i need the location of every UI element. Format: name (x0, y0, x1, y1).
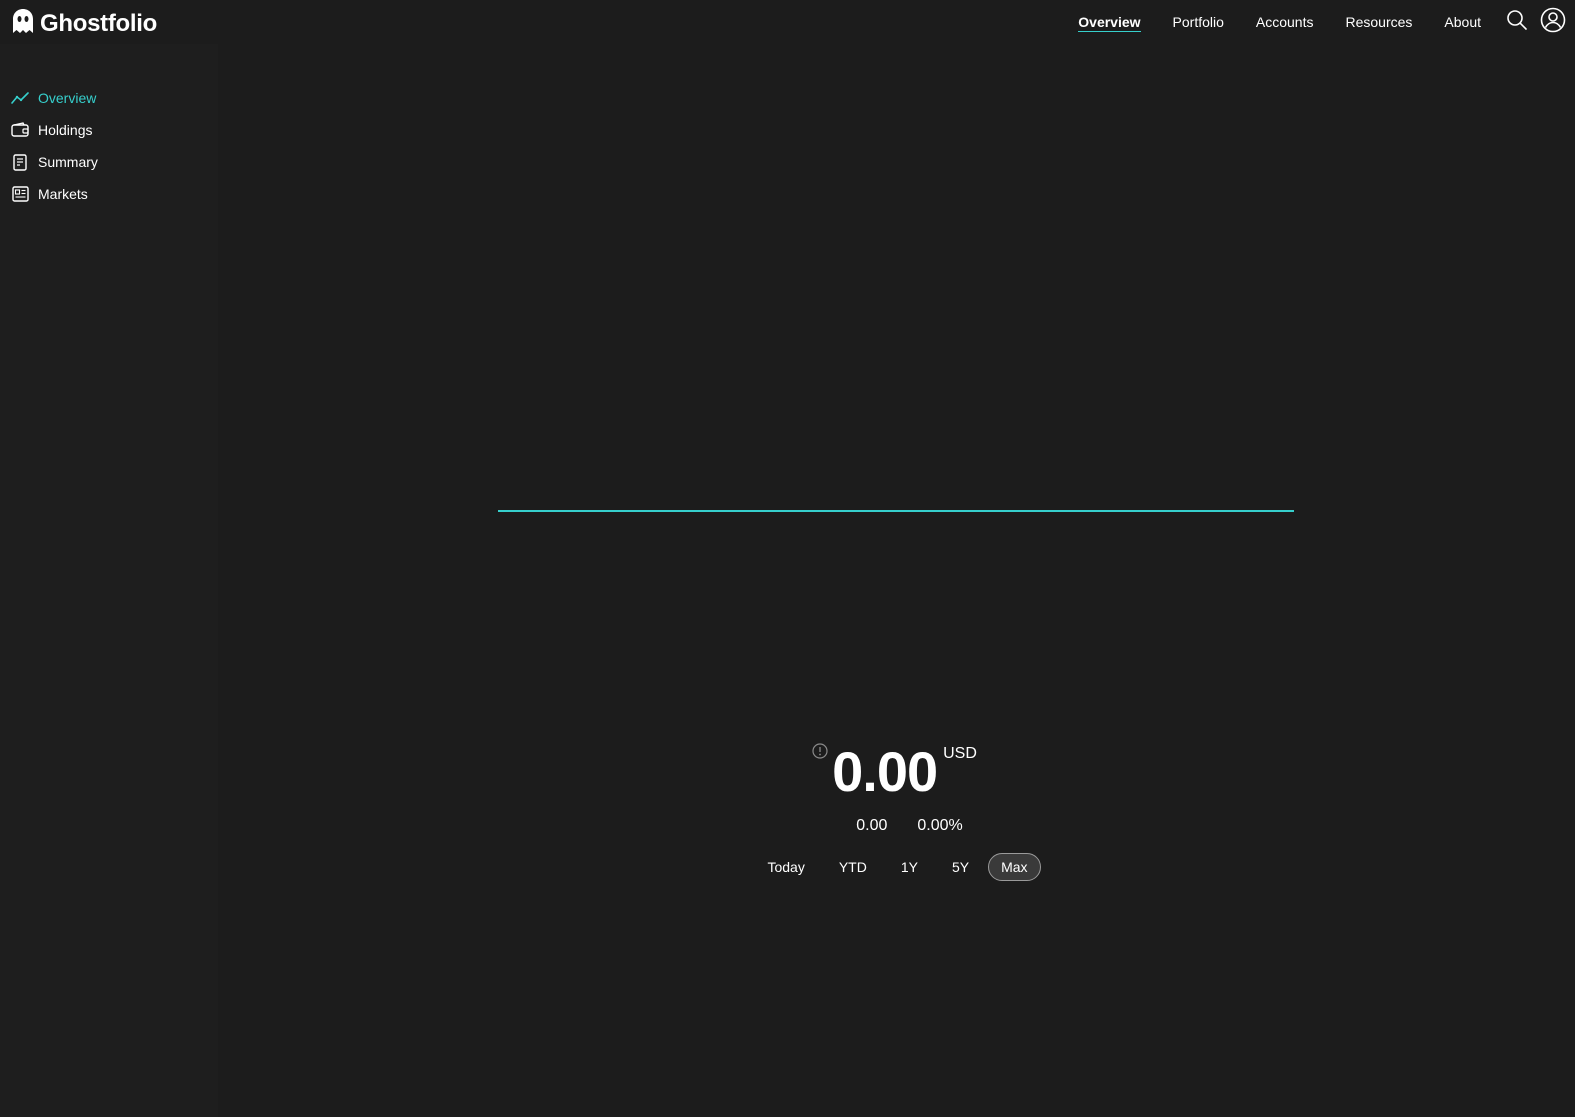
app-logo[interactable]: Ghostfolio (12, 8, 157, 39)
total-value-row: 0.00 USD (812, 739, 977, 805)
main-nav: Overview Portfolio Accounts Resources Ab… (1062, 0, 1575, 44)
relative-change: 0.00% (917, 817, 963, 834)
sidebar-item-overview[interactable]: Overview (0, 82, 218, 114)
sidebar-item-label: Holdings (38, 122, 93, 138)
performance-summary: 0.00 USD 0.00 0.00% (218, 739, 1575, 835)
absolute-change: 0.00 (856, 817, 888, 834)
sidebar-item-holdings[interactable]: Holdings (0, 114, 218, 146)
range-5y-button[interactable]: 5Y (937, 853, 984, 881)
range-max-button[interactable]: Max (988, 853, 1041, 881)
nav-item-portfolio[interactable]: Portfolio (1157, 0, 1240, 44)
main-content: 0.00 USD 0.00 0.00% Today YTD 1Y 5Y Max (218, 44, 1575, 1117)
range-1y-button[interactable]: 1Y (886, 853, 933, 881)
nav-item-accounts[interactable]: Accounts (1240, 0, 1330, 44)
user-circle-icon (1540, 7, 1566, 38)
currency-label: USD (943, 745, 977, 762)
date-range-selector: Today YTD 1Y 5Y Max (218, 853, 1575, 881)
search-icon (1506, 9, 1528, 36)
performance-chart (498, 510, 1294, 512)
search-button[interactable] (1499, 0, 1535, 44)
info-icon[interactable] (812, 743, 828, 759)
sidebar-item-label: Markets (38, 186, 88, 202)
document-icon (11, 153, 29, 171)
sidebar-item-markets[interactable]: Markets (0, 178, 218, 210)
user-menu-button[interactable] (1535, 0, 1571, 44)
total-value: 0.00 (832, 740, 938, 803)
top-bar: Ghostfolio Overview Portfolio Accounts R… (0, 0, 1575, 44)
nav-item-overview[interactable]: Overview (1062, 0, 1156, 44)
sidebar-item-summary[interactable]: Summary (0, 146, 218, 178)
sidebar-menu: Overview Holdings Summary Markets (0, 44, 218, 210)
nav-item-resources[interactable]: Resources (1329, 0, 1428, 44)
app-name: Ghostfolio (40, 9, 157, 37)
change-values: 0.00 0.00% (856, 817, 963, 835)
sidebar: Overview Holdings Summary Markets (0, 44, 218, 1117)
wallet-icon (11, 121, 29, 139)
newspaper-icon (11, 185, 29, 203)
range-today-button[interactable]: Today (752, 853, 819, 881)
nav-item-about[interactable]: About (1428, 0, 1497, 44)
sidebar-item-label: Overview (38, 90, 97, 106)
trend-line-icon (11, 89, 29, 107)
ghost-icon (12, 8, 34, 39)
range-ytd-button[interactable]: YTD (824, 853, 882, 881)
sidebar-item-label: Summary (38, 154, 98, 170)
